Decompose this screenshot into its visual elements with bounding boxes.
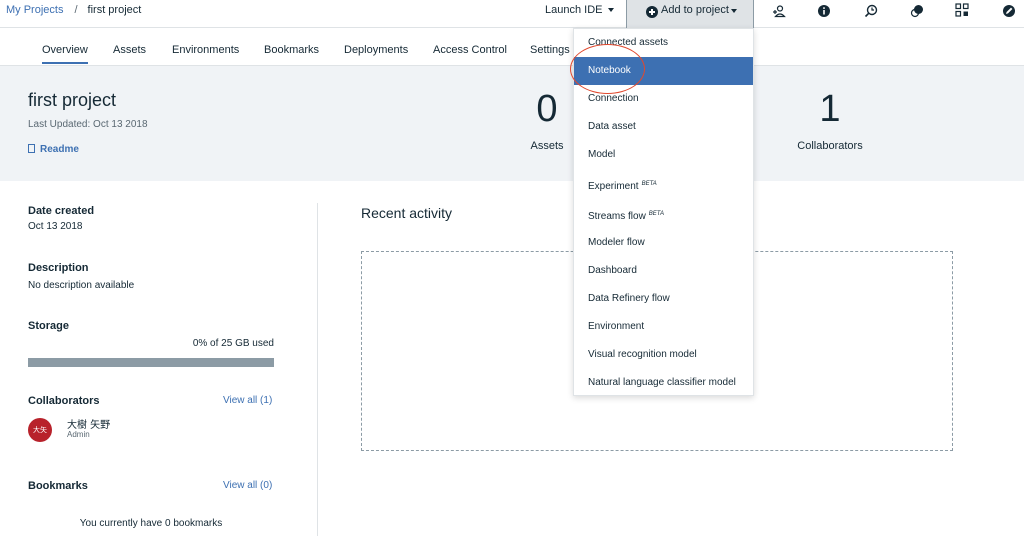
menu-item-label: Environment: [588, 321, 645, 332]
bookmarks-view-all-link[interactable]: View all (0): [223, 480, 272, 491]
menu-item-data-refinery-flow[interactable]: Data Refinery flow: [574, 285, 753, 313]
menu-item-natural-language-classifier-model[interactable]: Natural language classifier model: [574, 369, 753, 397]
add-to-project-label: Add to project: [661, 4, 729, 16]
document-icon: [28, 144, 35, 153]
tab-deployments[interactable]: Deployments: [344, 44, 408, 56]
tab-settings[interactable]: Settings: [530, 44, 570, 56]
menu-item-streams-flow[interactable]: Streams flow BETA: [574, 200, 753, 228]
menu-item-modeler-flow[interactable]: Modeler flow: [574, 229, 753, 257]
add-collaborator-icon[interactable]: [772, 4, 786, 18]
breadcrumb-current: first project: [87, 4, 142, 16]
collaborator-name: 大樹 矢野: [67, 420, 111, 431]
storage-bar: [28, 358, 274, 367]
menu-item-dashboard[interactable]: Dashboard: [574, 257, 753, 285]
description-label: Description: [28, 262, 89, 274]
last-updated: Last Updated: Oct 13 2018: [28, 119, 148, 130]
menu-item-label: Streams flow: [588, 211, 646, 222]
menu-item-visual-recognition-model[interactable]: Visual recognition model: [574, 341, 753, 369]
edit-icon[interactable]: [1002, 4, 1016, 18]
date-created-label: Date created: [28, 205, 95, 217]
add-to-project-button[interactable]: Add to project: [626, 0, 754, 28]
breadcrumb-my-projects[interactable]: My Projects: [6, 4, 63, 16]
launch-ide-button[interactable]: Launch IDE: [545, 4, 615, 16]
breadcrumb: My Projects / first project: [6, 4, 141, 16]
data-flow-icon[interactable]: [955, 3, 969, 17]
menu-item-label: Visual recognition model: [588, 349, 697, 360]
menu-item-experiment[interactable]: Experiment BETA: [574, 170, 753, 198]
launch-ide-label: Launch IDE: [545, 4, 603, 16]
storage-label: Storage: [28, 320, 69, 332]
storage-used-text: 0% of 25 GB used: [192, 338, 274, 349]
collaborators-view-all-link[interactable]: View all (1): [223, 395, 272, 406]
info-icon[interactable]: [817, 4, 831, 18]
column-divider: [317, 203, 318, 536]
date-created-value: Oct 13 2018: [28, 221, 83, 232]
top-bar: My Projects / first project Launch IDE Add…: [0, 0, 1024, 28]
history-icon[interactable]: [864, 4, 878, 18]
comments-icon[interactable]: [910, 4, 924, 18]
description-value: No description available: [28, 280, 135, 291]
project-header: first project Last Updated: Oct 13 2018 …: [0, 66, 1024, 181]
menu-item-data-asset[interactable]: Data asset: [574, 113, 753, 141]
collaborators-label: Collaborators: [28, 395, 100, 407]
collaborators-count: 1: [819, 88, 841, 130]
assets-count: 0: [536, 88, 558, 130]
assets-count-label: Assets: [530, 140, 564, 152]
readme-link[interactable]: Readme: [28, 144, 79, 155]
add-circle-icon: [646, 6, 658, 18]
bookmarks-label: Bookmarks: [28, 480, 88, 492]
menu-item-model[interactable]: Model: [574, 141, 753, 169]
tab-environments[interactable]: Environments: [172, 44, 239, 56]
chevron-down-icon: [731, 9, 737, 13]
tab-overview[interactable]: Overview: [42, 44, 88, 64]
menu-item-label: Dashboard: [588, 265, 637, 276]
menu-item-label: Natural language classifier model: [588, 377, 736, 388]
avatar: 大矢: [28, 418, 52, 442]
menu-item-label: Connection: [588, 93, 639, 104]
readme-label: Readme: [40, 144, 79, 155]
chevron-down-icon: [608, 8, 615, 13]
menu-item-label: Data asset: [588, 121, 636, 132]
recent-activity-title: Recent activity: [361, 205, 453, 221]
tab-bookmarks[interactable]: Bookmarks: [264, 44, 319, 56]
highlight-annotation: [570, 44, 645, 94]
collaborator-role: Admin: [67, 430, 90, 439]
tab-bar: Overview Assets Environments Bookmarks D…: [0, 28, 1024, 66]
tab-access-control[interactable]: Access Control: [433, 44, 507, 56]
page-title: first project: [28, 90, 117, 110]
beta-badge: BETA: [648, 211, 665, 217]
menu-item-label: Data Refinery flow: [588, 293, 670, 304]
menu-item-label: Model: [588, 149, 616, 160]
menu-item-environment[interactable]: Environment: [574, 313, 753, 341]
tab-assets[interactable]: Assets: [113, 44, 146, 56]
menu-item-label: Experiment: [588, 181, 639, 192]
bookmarks-empty-message: You currently have 0 bookmarks: [79, 518, 223, 529]
menu-item-label: Modeler flow: [588, 237, 645, 248]
breadcrumb-separator: /: [74, 4, 78, 16]
beta-badge: BETA: [641, 181, 657, 187]
collaborators-count-label: Collaborators: [797, 140, 863, 152]
